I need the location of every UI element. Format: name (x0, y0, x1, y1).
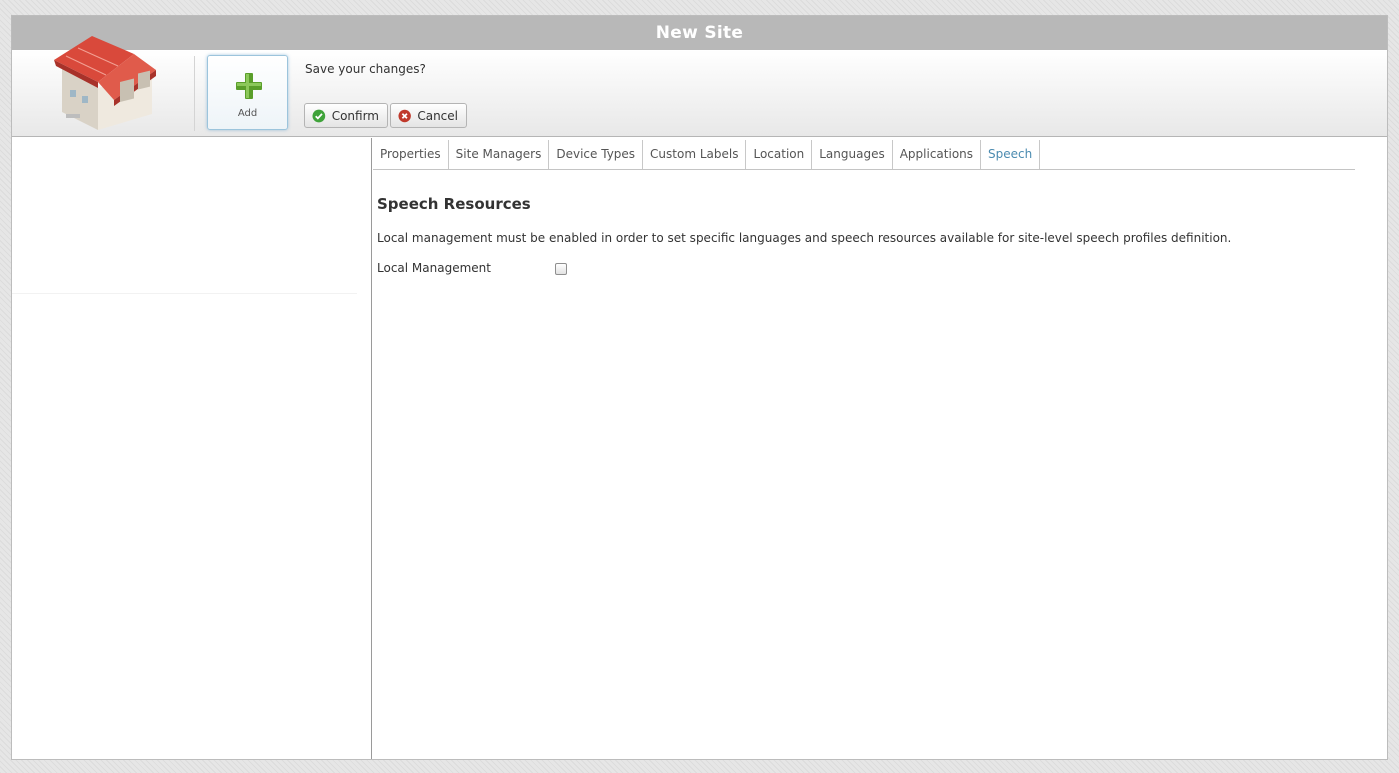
tab-languages[interactable]: Languages (812, 140, 893, 169)
new-site-window: New Site Add Save your changes? Confirm … (11, 15, 1388, 760)
tab-site-managers[interactable]: Site Managers (449, 140, 550, 169)
section-description: Local management must be enabled in orde… (377, 231, 1232, 245)
window-title: New Site (12, 16, 1387, 50)
confirm-button-label: Confirm (331, 108, 379, 123)
speech-content: Properties Site Managers Device Types Cu… (373, 140, 1355, 281)
tab-applications[interactable]: Applications (893, 140, 982, 169)
tab-speech[interactable]: Speech (981, 140, 1041, 169)
warehouse-building-icon (54, 36, 156, 130)
red-x-icon (398, 109, 411, 122)
add-button-label: Add (237, 108, 258, 119)
local-management-row: Local Management (377, 261, 1355, 281)
confirm-button[interactable]: Confirm (304, 103, 388, 128)
tab-device-types[interactable]: Device Types (549, 140, 644, 169)
tab-location[interactable]: Location (746, 140, 813, 169)
save-prompt: Save your changes? (305, 62, 426, 76)
toolbar: Add Save your changes? Confirm Cancel (12, 36, 1387, 137)
tab-bar: Properties Site Managers Device Types Cu… (373, 140, 1355, 170)
green-plus-icon (236, 73, 262, 99)
left-panel-separator (12, 293, 357, 294)
local-management-checkbox[interactable] (555, 263, 567, 275)
add-button[interactable]: Add (207, 55, 288, 130)
tab-properties[interactable]: Properties (373, 140, 449, 169)
section-title: Speech Resources (377, 195, 531, 213)
cancel-button-label: Cancel (417, 108, 458, 123)
green-check-icon (312, 109, 326, 122)
toolbar-divider (194, 56, 195, 131)
tab-custom-labels[interactable]: Custom Labels (643, 140, 747, 169)
local-management-label: Local Management (377, 261, 491, 275)
left-panel (12, 138, 372, 759)
cancel-button[interactable]: Cancel (390, 103, 467, 128)
